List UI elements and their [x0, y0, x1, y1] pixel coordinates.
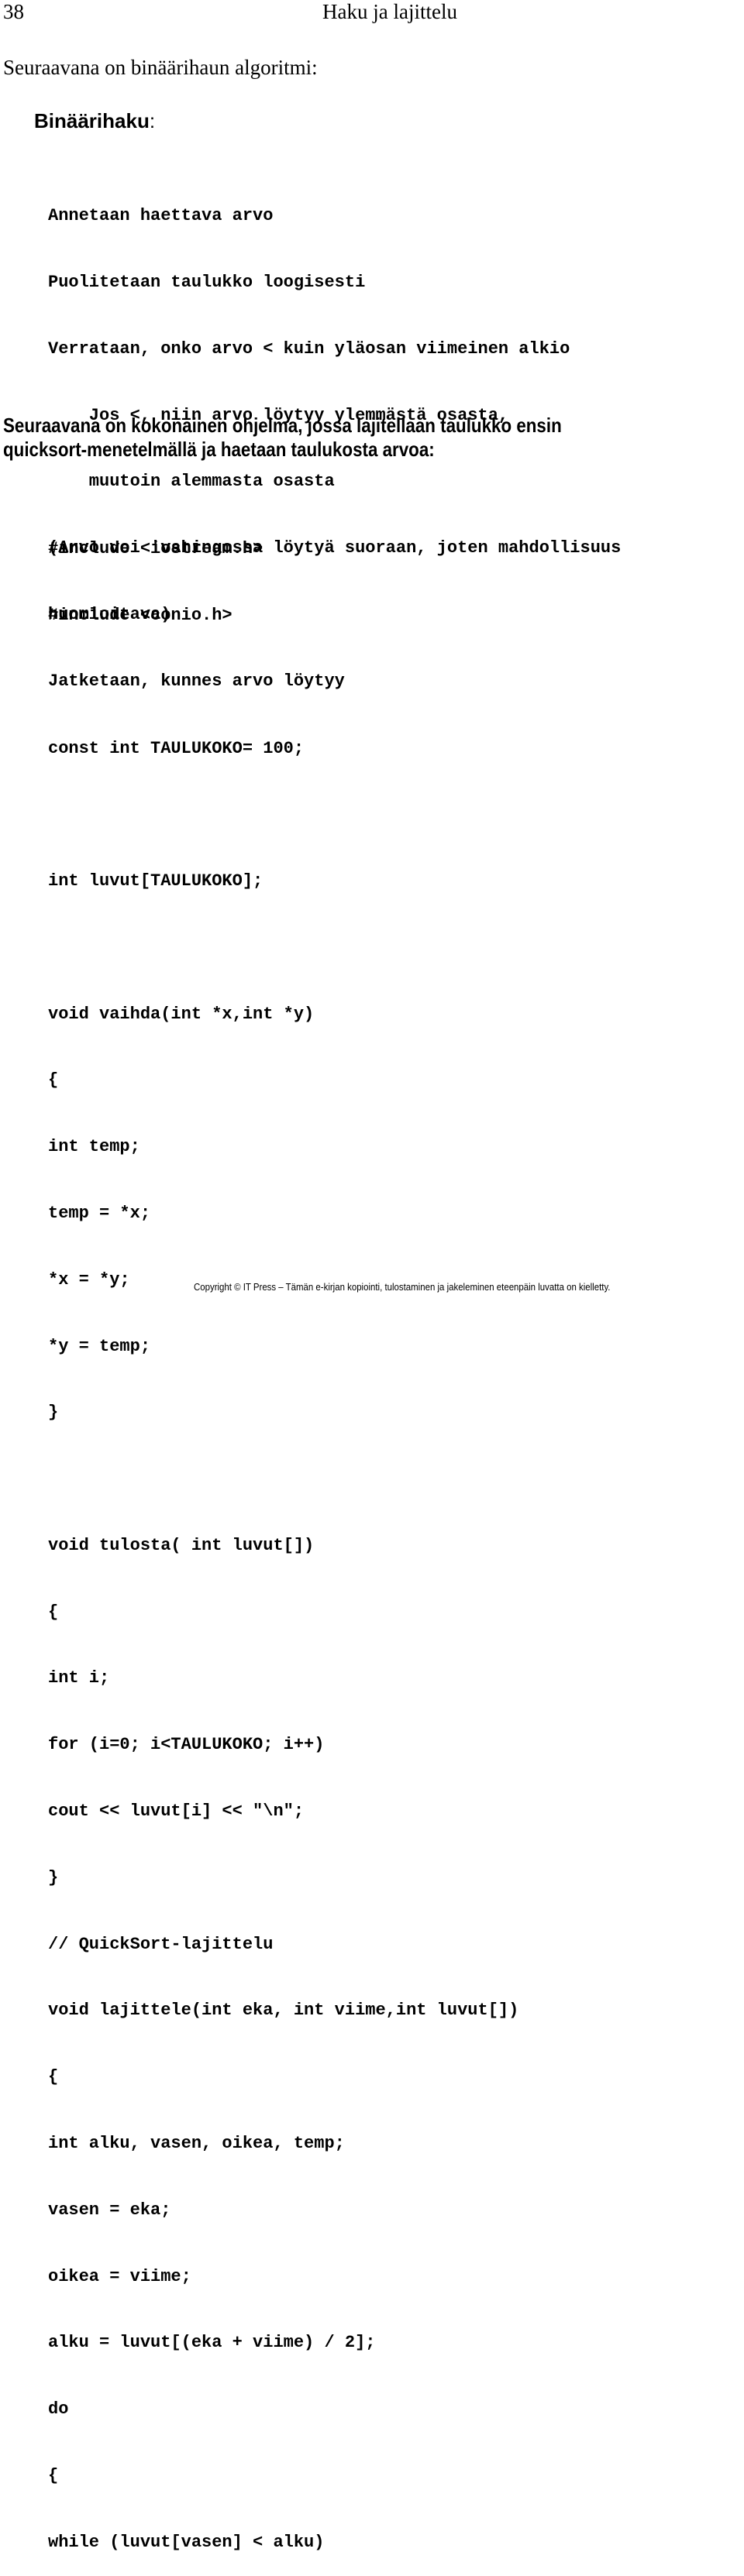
pseudocode-line: Annetaan haettava arvo [48, 206, 274, 226]
program-listing: #include <iostream.h> #include <conio.h>… [48, 494, 518, 2576]
page-number: 38 [3, 0, 24, 23]
algorithm-title-colon: : [149, 109, 156, 132]
array-declaration: int luvut[TAULUKOKO]; [48, 871, 264, 891]
code-line: } [48, 1403, 59, 1423]
code-comment: // QuickSort-lajittelu [48, 1934, 274, 1954]
pseudocode-line: Verrataan, onko arvo < kuin yläosan viim… [48, 338, 570, 359]
algorithm-title: Binäärihaku: [34, 109, 155, 133]
running-head-title: Haku ja lajittelu [322, 0, 457, 23]
code-line: do [48, 2399, 69, 2420]
pseudocode-line: Puolitetaan taulukko loogisesti [48, 272, 366, 292]
program-intro-paragraph: Seuraavana on kokonainen ohjelma, jossa … [3, 414, 640, 462]
code-line: { [48, 1070, 59, 1091]
code-line: void tulosta( int luvut[]) [48, 1535, 315, 1555]
code-line: { [48, 2465, 59, 2485]
code-line: alku = luvut[(eka + viime) / 2]; [48, 2333, 376, 2353]
code-line: int i; [48, 1668, 110, 1688]
program-intro-line: Seuraavana on kokonainen ohjelma, jossa … [3, 414, 562, 437]
code-line: void lajittele(int eka, int viime,int lu… [48, 2001, 519, 2021]
code-line: vasen = eka; [48, 2200, 171, 2220]
code-line: { [48, 1602, 59, 1622]
code-line: oikea = viime; [48, 2266, 191, 2286]
code-line: int temp; [48, 1137, 140, 1157]
program-intro-line: quicksort-menetelmällä ja haetaan tauluk… [3, 438, 435, 461]
include-directive: #include <conio.h> [48, 605, 232, 625]
code-line: cout << luvut[i] << "\n"; [48, 1801, 305, 1822]
code-line: { [48, 2067, 59, 2087]
algorithm-title-text: Binäärihaku [34, 109, 150, 132]
code-line: int alku, vasen, oikea, temp; [48, 2133, 345, 2153]
code-line: void vaihda(int *x,int *y) [48, 1004, 315, 1024]
code-line: *y = temp; [48, 1336, 151, 1356]
copyright-footer: Copyright © IT Press – Tämän e-kirjan ko… [194, 1281, 611, 1293]
code-line: temp = *x; [48, 1204, 151, 1223]
code-line: for (i=0; i<TAULUKOKO; i++) [48, 1735, 325, 1755]
const-declaration: const int TAULUKOKO= 100; [48, 738, 305, 758]
code-line: } [48, 1867, 59, 1887]
intro-paragraph: Seuraavana on binäärihaun algoritmi: [3, 56, 318, 79]
pseudocode-line: muutoin alemmasta osasta [48, 472, 335, 492]
code-line: while (luvut[vasen] < alku) [48, 2532, 325, 2552]
include-directive: #include <iostream.h> [48, 539, 264, 559]
